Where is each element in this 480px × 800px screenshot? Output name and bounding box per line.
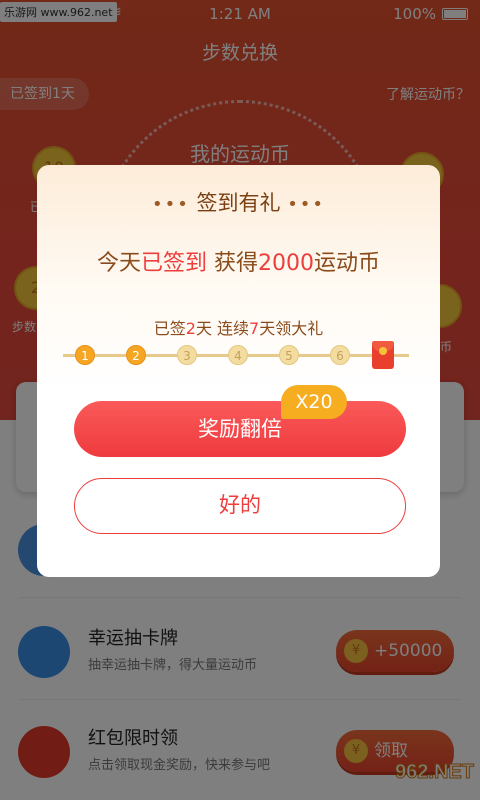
streak-days: 2 xyxy=(185,319,196,338)
day-step: 5 xyxy=(279,345,299,365)
checkin-reward-dialog: ••• 签到有礼 ••• 今天已签到 获得2000运动币 已签2天 连续7天领大… xyxy=(37,165,440,577)
day-step: 1 xyxy=(75,345,95,365)
message-mid: 获得 xyxy=(207,251,258,276)
streak-suffix: 天领大礼 xyxy=(259,319,324,338)
message-amount: 2000 xyxy=(258,251,314,276)
day-step: 4 xyxy=(228,345,248,365)
dialog-title-text: 签到有礼 xyxy=(196,191,281,215)
message-prefix: 今天 xyxy=(96,251,141,276)
day-step: 6 xyxy=(330,345,350,365)
checkin-message: 今天已签到 获得2000运动币 xyxy=(37,245,440,277)
day-step: 3 xyxy=(177,345,197,365)
dialog-title: ••• 签到有礼 ••• xyxy=(37,187,440,217)
double-reward-button[interactable]: 奖励翻倍 xyxy=(74,401,406,457)
red-packet-icon xyxy=(372,341,394,369)
streak-prefix: 已签 xyxy=(153,319,186,338)
streak-mid: 天 连续 xyxy=(195,319,250,338)
title-dots-left: ••• xyxy=(151,194,190,215)
message-suffix: 运动币 xyxy=(314,251,381,276)
streak-text: 已签2天 连续7天领大礼 xyxy=(37,315,440,339)
streak-goal: 7 xyxy=(249,319,260,338)
ok-button[interactable]: 好的 xyxy=(74,478,406,534)
title-dots-right: ••• xyxy=(287,194,326,215)
message-signed: 已签到 xyxy=(140,251,207,276)
day-step: 2 xyxy=(126,345,146,365)
multiplier-badge: X20 xyxy=(281,385,347,419)
